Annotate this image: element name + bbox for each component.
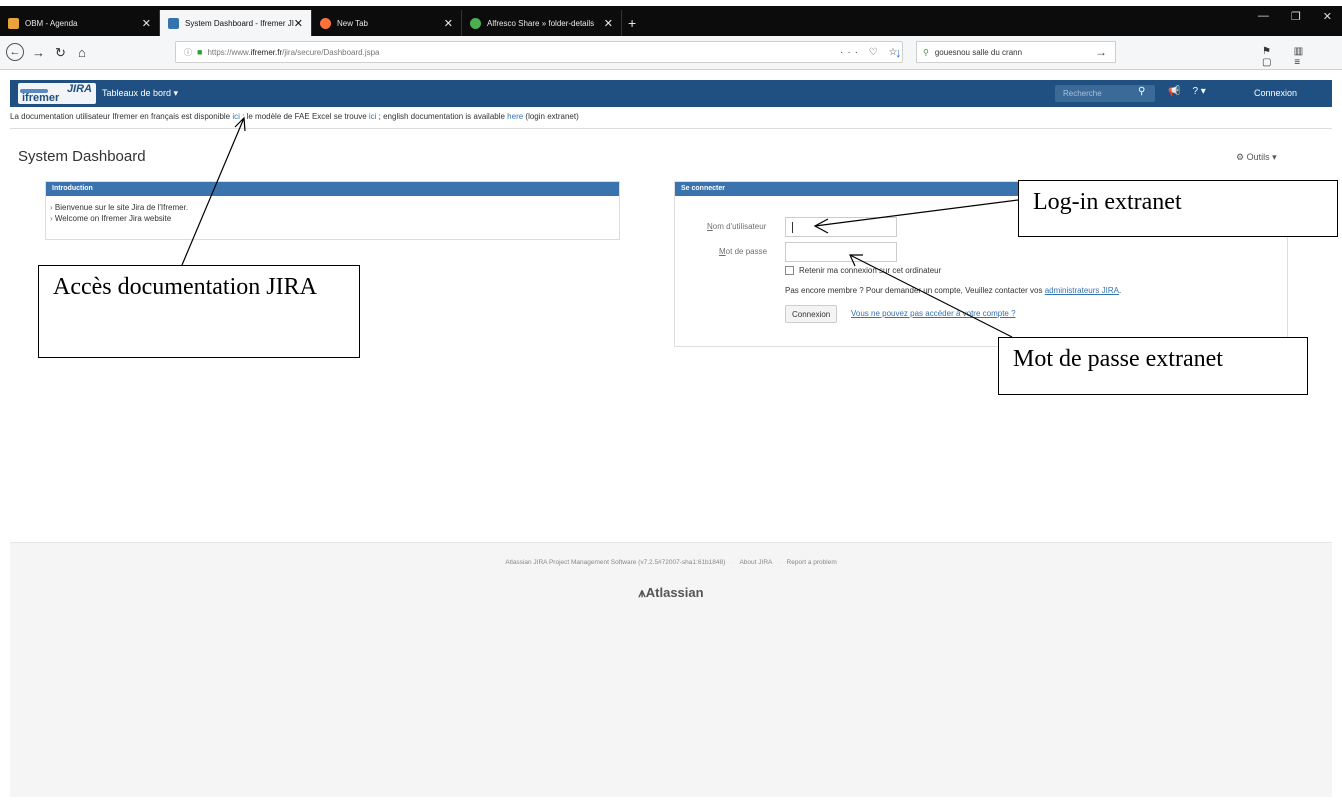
- password-label: Mot de passe: [719, 247, 767, 256]
- back-icon[interactable]: ←: [6, 43, 24, 61]
- announce-text: La documentation utilisateur Ifremer en …: [10, 112, 233, 121]
- search-bar[interactable]: ⚲ gouesnou salle du crann →: [916, 41, 1116, 63]
- tab-title: Alfresco Share » folder-details: [487, 18, 595, 28]
- tab-obm-agenda[interactable]: OBM - Agenda ✕: [0, 10, 160, 36]
- atlassian-mark-icon: ⩚: [638, 585, 646, 600]
- search-value: gouesnou salle du crann: [934, 47, 1023, 57]
- search-engine-icon: ⚲: [923, 47, 929, 57]
- url-prefix: https://www.: [207, 47, 251, 57]
- tab-title: System Dashboard - Ifremer JI: [185, 18, 294, 28]
- announce-text: (login extranet): [523, 112, 579, 121]
- login-button[interactable]: Connexion: [785, 305, 838, 323]
- close-icon[interactable]: ✕: [604, 17, 613, 30]
- atlassian-logo[interactable]: ⩚Atlassian: [10, 585, 1332, 601]
- callout-password: Mot de passe extranet: [998, 337, 1308, 395]
- lock-icon: ■: [197, 47, 203, 57]
- url-host: ifremer.fr: [250, 47, 283, 57]
- header-icons: 📢 ? ▾: [1168, 86, 1206, 97]
- list-item: Bienvenue sur le site Jira de l'Ifremer.: [50, 202, 619, 213]
- forward-icon[interactable]: →: [32, 45, 45, 60]
- password-label-accesskey: M: [719, 247, 726, 256]
- info-icon[interactable]: ⓘ: [184, 47, 192, 58]
- atlassian-brand: Atlassian: [645, 585, 704, 600]
- about-link[interactable]: About JIRA: [739, 559, 772, 566]
- close-icon[interactable]: ✕: [444, 17, 453, 30]
- admin-link[interactable]: administrateurs JIRA: [1045, 286, 1119, 295]
- announce-text: ; english documentation is available: [376, 112, 508, 121]
- jira-logo[interactable]: JIRA ifremer: [18, 83, 96, 104]
- password-input[interactable]: [785, 242, 897, 262]
- username-label: Nom d'utilisateur: [707, 222, 766, 231]
- search-go-icon[interactable]: →: [1095, 45, 1107, 59]
- search-icon[interactable]: ⚲: [1138, 86, 1145, 97]
- alfresco-icon: [470, 17, 481, 29]
- reload-icon[interactable]: ↻: [55, 45, 66, 61]
- report-problem-link[interactable]: Report a problem: [787, 559, 837, 566]
- tab-alfresco[interactable]: Alfresco Share » folder-details ✕: [462, 10, 622, 36]
- doc-link-en[interactable]: here: [507, 112, 523, 121]
- announcement-banner: La documentation utilisateur Ifremer en …: [10, 112, 579, 121]
- home-icon[interactable]: ⌂: [78, 45, 86, 60]
- remember-label: Retenir ma connexion sur cet ordinateur: [799, 266, 942, 275]
- window-controls: — ❐ ✕: [1258, 10, 1342, 23]
- dashboards-menu[interactable]: Tableaux de bord ▾: [102, 88, 178, 99]
- tab-title: OBM - Agenda: [25, 18, 78, 28]
- username-input[interactable]: [785, 217, 897, 237]
- intro-list: Bienvenue sur le site Jira de l'Ifremer.…: [46, 196, 619, 224]
- screenshot-root: OBM - Agenda ✕ System Dashboard - Ifreme…: [0, 0, 1342, 802]
- password-label-text: ot de passe: [725, 247, 768, 256]
- browser-tab-bar: OBM - Agenda ✕ System Dashboard - Ifreme…: [0, 6, 1342, 36]
- jira-icon: [168, 17, 179, 29]
- introduction-gadget: Introduction Bienvenue sur le site Jira …: [45, 181, 620, 240]
- url-path: /jira/secure/Dashboard.jspa: [282, 47, 380, 57]
- callout-login: Log-in extranet: [1018, 180, 1338, 237]
- callout-doc: Accès documentation JIRA: [38, 265, 360, 358]
- username-label-text: om d'utilisateur: [712, 222, 767, 231]
- footer-links: Atlassian JIRA Project Management Softwa…: [10, 559, 1332, 566]
- list-item: Welcome on Ifremer Jira website: [50, 213, 619, 224]
- logo-text-jira: JIRA: [66, 83, 92, 95]
- close-window-icon[interactable]: ✕: [1323, 10, 1332, 23]
- divider: [10, 128, 1332, 129]
- firefox-icon: [320, 17, 331, 29]
- close-icon[interactable]: ✕: [142, 17, 151, 30]
- register-sentence: Pas encore membre ? Pour demander un com…: [785, 286, 1045, 295]
- header-login-link[interactable]: Connexion: [1254, 88, 1297, 98]
- separator: ·: [731, 559, 734, 566]
- feedback-icon[interactable]: 📢: [1168, 86, 1180, 97]
- tab-title: New Tab: [337, 18, 368, 28]
- tab-system-dashboard[interactable]: System Dashboard - Ifremer JI ✕: [160, 10, 312, 36]
- gear-icon: ⚙: [1236, 152, 1245, 162]
- page-actions-icons[interactable]: ··· ♡ ☆: [840, 47, 901, 58]
- help-icon[interactable]: ? ▾: [1192, 86, 1205, 97]
- tools-label: Outils ▾: [1246, 152, 1277, 162]
- separator: ·: [778, 559, 781, 566]
- tab-new-tab[interactable]: New Tab ✕: [312, 10, 462, 36]
- close-icon[interactable]: ✕: [294, 17, 303, 30]
- calendar-icon: [8, 17, 19, 29]
- browser-nav-bar: ← → ↻ ⌂ ⓘ ■ https://www. ifremer.fr/jira/…: [0, 36, 1342, 70]
- doc-link-fr[interactable]: ici: [232, 112, 240, 121]
- register-end: .: [1118, 286, 1122, 295]
- jira-header: JIRA ifremer Tableaux de bord ▾ Recherch…: [10, 80, 1332, 107]
- tools-menu[interactable]: ⚙ Outils ▾: [1236, 152, 1277, 163]
- page-title: System Dashboard: [18, 148, 146, 165]
- gadget-title: Introduction: [46, 182, 619, 196]
- minimize-icon[interactable]: —: [1258, 10, 1269, 23]
- footer: Atlassian JIRA Project Management Softwa…: [10, 542, 1332, 797]
- forgot-account-link[interactable]: Vous ne pouvez pas accéder à votre compt…: [851, 309, 1016, 318]
- new-tab-button[interactable]: +: [622, 10, 642, 36]
- announce-text: ; le modèle de FAE Excel se trouve: [239, 112, 369, 121]
- register-text: Pas encore membre ? Pour demander un com…: [785, 286, 1121, 295]
- software-version: Atlassian JIRA Project Management Softwa…: [505, 559, 726, 566]
- toolbar-icons[interactable]: ⚑ ▥ ▢ ≡: [1262, 46, 1342, 68]
- url-bar[interactable]: ⓘ ■ https://www. ifremer.fr/jira/secure/D…: [175, 41, 903, 63]
- logo-text-ifremer: ifremer: [22, 92, 60, 104]
- remember-checkbox[interactable]: [785, 266, 794, 275]
- download-icon[interactable]: ↓: [895, 45, 902, 60]
- restore-icon[interactable]: ❐: [1291, 10, 1301, 23]
